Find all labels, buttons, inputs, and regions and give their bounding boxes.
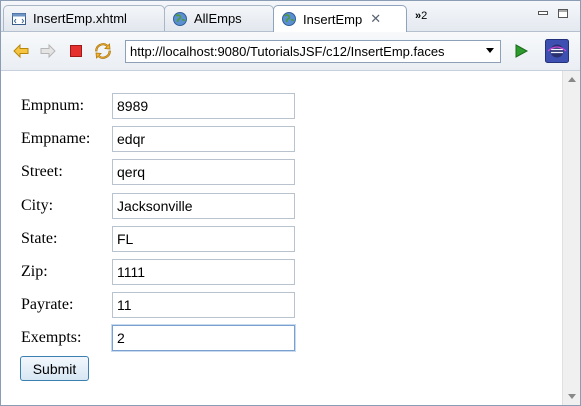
- page-content: Empnum: Empname: Street: City: State: Zi…: [1, 71, 563, 405]
- tab-insertemp-xhtml[interactable]: InsertEmp.xhtml: [3, 5, 165, 31]
- empnum-field[interactable]: [112, 93, 295, 119]
- vertical-scrollbar[interactable]: [562, 71, 580, 405]
- go-play-icon: [515, 44, 529, 58]
- empname-label: Empname:: [21, 130, 91, 147]
- globe-icon: [282, 12, 296, 26]
- maximize-icon[interactable]: [557, 8, 569, 19]
- street-field[interactable]: [112, 159, 295, 185]
- tab-label: InsertEmp.xhtml: [33, 11, 127, 26]
- forward-button[interactable]: [38, 41, 58, 61]
- tab-label: InsertEmp: [303, 11, 363, 27]
- overflow-tabs-button[interactable]: »2: [415, 10, 427, 22]
- close-icon[interactable]: ✕: [370, 11, 381, 27]
- city-field[interactable]: [112, 193, 295, 219]
- editor-tab-bar: InsertEmp.xhtml AllEmps InsertEmp ✕ »2: [1, 1, 580, 32]
- go-button[interactable]: [511, 41, 531, 61]
- url-input[interactable]: [126, 44, 479, 59]
- zip-field[interactable]: [112, 259, 295, 285]
- stop-icon: [70, 45, 82, 57]
- scroll-up-icon[interactable]: [568, 77, 576, 82]
- browser-editor-window: InsertEmp.xhtml AllEmps InsertEmp ✕ »2 h…: [0, 0, 581, 406]
- exempts-field[interactable]: [112, 325, 295, 351]
- refresh-icon: [95, 43, 111, 59]
- empname-field[interactable]: [112, 126, 295, 152]
- chevron-down-icon[interactable]: [486, 48, 494, 53]
- tab-insertemp[interactable]: InsertEmp ✕: [273, 5, 407, 32]
- state-field[interactable]: [112, 226, 295, 252]
- street-label: Street:: [21, 163, 63, 180]
- payrate-label: Payrate:: [21, 296, 74, 313]
- browser-toolbar: [1, 32, 580, 71]
- state-label: State:: [21, 230, 58, 247]
- browser-menu-button[interactable]: [545, 39, 569, 63]
- xhtml-file-icon: [12, 12, 26, 25]
- city-label: City:: [21, 197, 54, 214]
- back-button[interactable]: [11, 41, 31, 61]
- overflow-count: 2: [421, 10, 428, 22]
- eclipse-browser-icon: [545, 39, 569, 63]
- empnum-label: Empnum:: [21, 97, 85, 114]
- tab-allemps[interactable]: AllEmps: [164, 5, 274, 31]
- submit-button[interactable]: Submit: [20, 356, 89, 381]
- stop-button[interactable]: [66, 41, 86, 61]
- url-bar[interactable]: [125, 40, 501, 63]
- exempts-label: Exempts:: [21, 329, 82, 346]
- zip-label: Zip:: [21, 263, 48, 280]
- globe-icon: [173, 11, 187, 26]
- tab-label: AllEmps: [194, 11, 242, 26]
- forward-arrow-icon: [40, 43, 56, 59]
- payrate-field[interactable]: [112, 292, 295, 318]
- minimize-icon[interactable]: [537, 8, 549, 19]
- refresh-button[interactable]: [93, 41, 113, 61]
- back-arrow-icon: [13, 43, 29, 59]
- scroll-down-icon[interactable]: [568, 394, 576, 399]
